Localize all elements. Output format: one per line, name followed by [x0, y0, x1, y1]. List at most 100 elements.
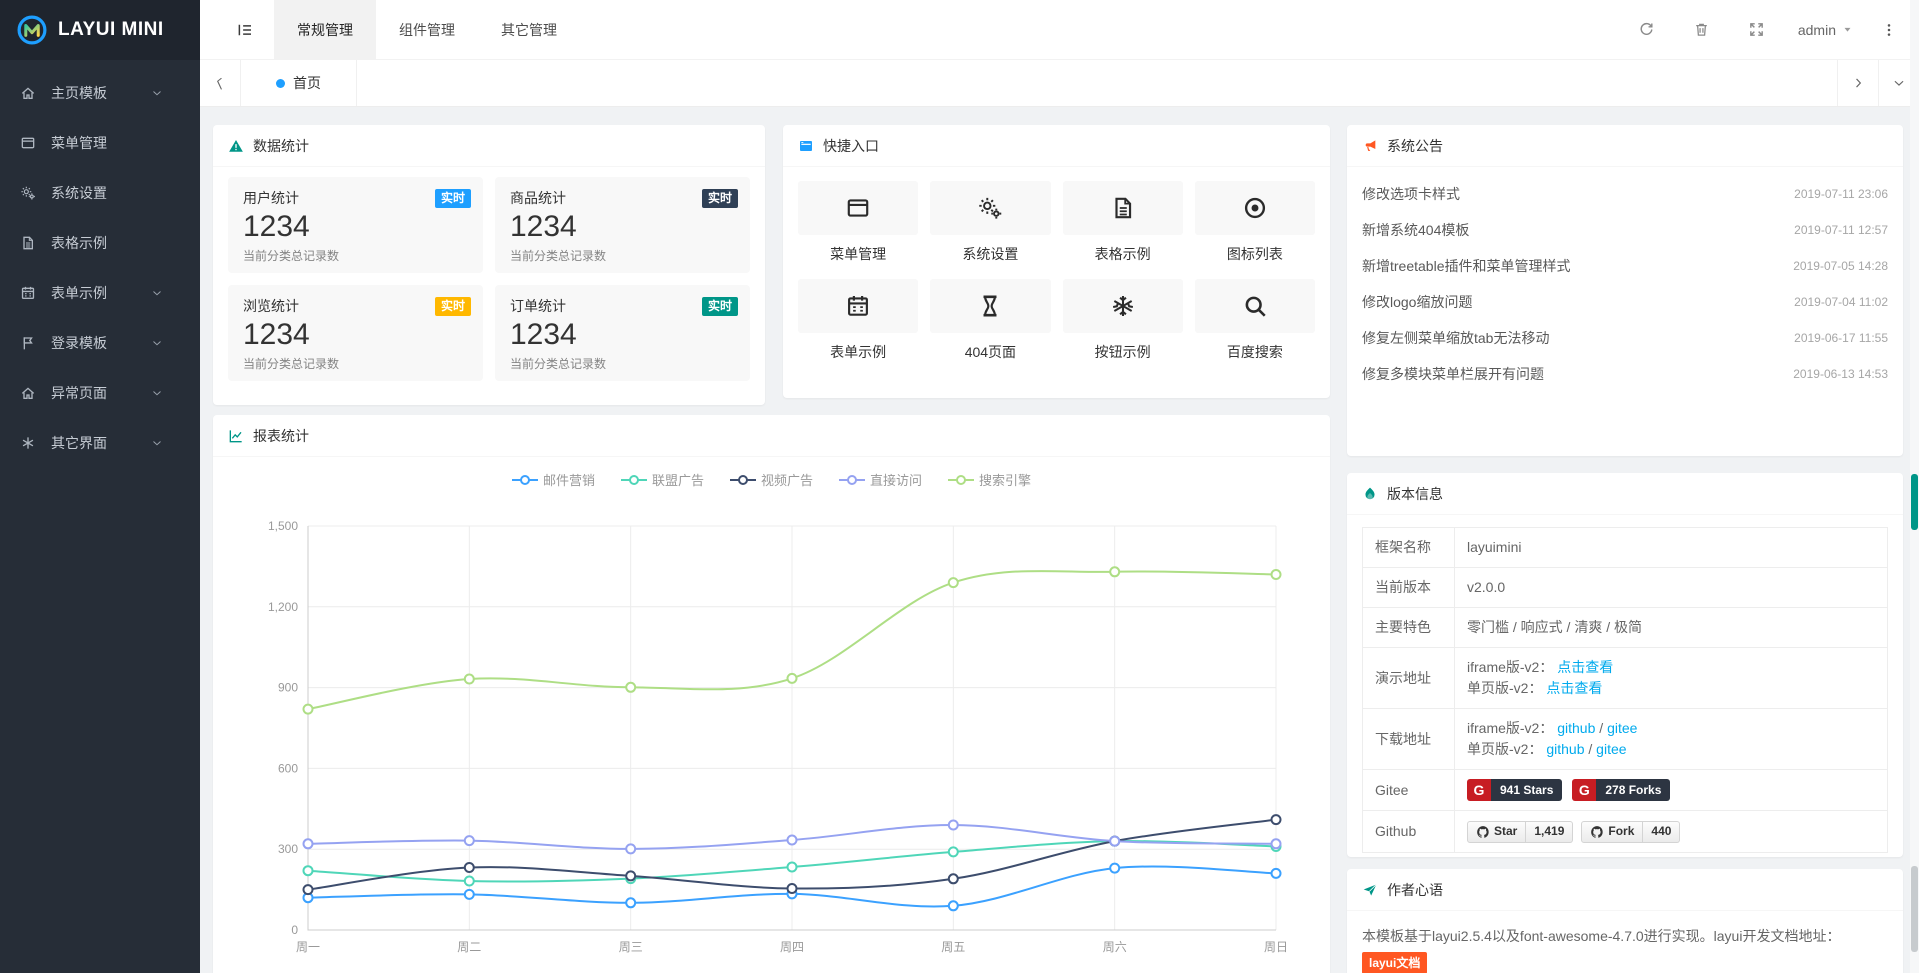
notice-row[interactable]: 修复多模块菜单栏展开有问题2019-06-13 14:53 — [1347, 356, 1903, 392]
sidebar-item-6[interactable]: 登录模板 — [0, 318, 200, 368]
scrollbar-thumb[interactable] — [1911, 474, 1918, 530]
version-row: 当前版本v2.0.0 — [1363, 568, 1888, 608]
window-icon — [20, 135, 44, 151]
version-row-label: 框架名称 — [1363, 528, 1455, 568]
svg-text:1,200: 1,200 — [268, 600, 298, 614]
gitee-badge[interactable]: G941 Stars — [1467, 779, 1562, 801]
legend-marker-icon — [512, 474, 538, 486]
quick-entry-tile[interactable] — [798, 279, 918, 333]
tab-scroll-right-button[interactable] — [1837, 60, 1878, 106]
quick-entry-3[interactable]: 表格示例 — [1063, 181, 1183, 264]
notice-row[interactable]: 修改选项卡样式2019-07-11 23:06 — [1347, 176, 1903, 212]
legend-item[interactable]: 搜索引擎 — [948, 470, 1031, 489]
panel-quick-entry: 快捷入口 菜单管理系统设置表格示例图标列表表单示例404页面按钮示例百度搜索 — [783, 125, 1330, 398]
menu-toggle-icon[interactable] — [216, 0, 274, 59]
panel-title: 作者心语 — [1387, 880, 1443, 900]
trash-icon[interactable] — [1674, 21, 1729, 38]
quick-entry-tile[interactable] — [930, 181, 1050, 235]
notice-row[interactable]: 修复左侧菜单缩放tab无法移动2019-06-17 11:55 — [1347, 320, 1903, 356]
legend-item[interactable]: 邮件营销 — [512, 470, 595, 489]
quick-entry-5[interactable]: 表单示例 — [798, 279, 918, 362]
legend-marker-icon — [839, 474, 865, 486]
stat-card-value: 1234 — [510, 210, 735, 245]
notice-row[interactable]: 新增treetable插件和菜单管理样式2019-07-05 14:28 — [1347, 248, 1903, 284]
quick-entry-1[interactable]: 菜单管理 — [798, 181, 918, 264]
gitee-badge-label: 941 Stars — [1491, 779, 1562, 801]
tab-home-label: 首页 — [293, 73, 321, 93]
panel-version-info-header: 版本信息 — [1347, 473, 1903, 515]
sidebar-item-label: 表格示例 — [51, 233, 107, 253]
version-table: 框架名称layuimini当前版本v2.0.0主要特色零门槛 / 响应式 / 清… — [1362, 527, 1888, 853]
version-row-value: v2.0.0 — [1455, 568, 1888, 608]
tab-scroll-left-button[interactable] — [200, 60, 241, 106]
realtime-badge: 实时 — [702, 297, 738, 316]
quick-entry-8[interactable]: 百度搜索 — [1195, 279, 1315, 362]
quick-entry-tile[interactable] — [930, 279, 1050, 333]
scrollbar-thumb-secondary[interactable] — [1911, 866, 1918, 952]
tab-home[interactable]: 首页 — [241, 60, 357, 106]
legend-marker-icon — [948, 474, 974, 486]
quick-entry-tile[interactable] — [798, 181, 918, 235]
topnav-tab-2[interactable]: 组件管理 — [376, 0, 478, 59]
version-link[interactable]: github — [1546, 741, 1584, 757]
sidebar-item-1[interactable]: 主页模板 — [0, 68, 200, 118]
snowflake-icon — [1110, 293, 1136, 319]
quick-entry-tile[interactable] — [1195, 279, 1315, 333]
notice-row[interactable]: 新增系统404模板2019-07-11 12:57 — [1347, 212, 1903, 248]
version-link[interactable]: gitee — [1596, 741, 1626, 757]
gitee-badge[interactable]: G278 Forks — [1572, 779, 1670, 801]
tab-bar-spacer — [357, 60, 1837, 106]
svg-text:900: 900 — [278, 681, 298, 695]
topnav-tab-1[interactable]: 常规管理 — [274, 0, 376, 59]
legend-item[interactable]: 直接访问 — [839, 470, 922, 489]
sidebar-item-3[interactable]: 系统设置 — [0, 168, 200, 218]
legend-label: 联盟广告 — [652, 470, 704, 489]
fullscreen-icon[interactable] — [1729, 21, 1784, 38]
notice-text: 修改logo缩放问题 — [1362, 292, 1472, 312]
stats-cards: 用户统计1234当前分类总记录数实时商品统计1234当前分类总记录数实时浏览统计… — [213, 167, 765, 381]
version-row: GithubStar1,419Fork440 — [1363, 811, 1888, 852]
panel-author-words-header: 作者心语 — [1347, 869, 1903, 911]
legend-item[interactable]: 联盟广告 — [621, 470, 704, 489]
github-star-button[interactable]: Star — [1467, 821, 1526, 843]
github-count[interactable]: 440 — [1643, 821, 1680, 843]
notice-date: 2019-07-04 11:02 — [1794, 295, 1888, 309]
ellipsis-v-icon[interactable] — [1867, 22, 1903, 38]
version-link[interactable]: 点击查看 — [1546, 680, 1602, 696]
layui-doc-badge[interactable]: layui文档 — [1362, 952, 1427, 973]
notice-text: 修复多模块菜单栏展开有问题 — [1362, 364, 1544, 384]
quick-entry-7[interactable]: 按钮示例 — [1063, 279, 1183, 362]
realtime-badge: 实时 — [702, 189, 738, 208]
legend-item[interactable]: 视频广告 — [730, 470, 813, 489]
github-count[interactable]: 1,419 — [1526, 821, 1573, 843]
quick-entry-4[interactable]: 图标列表 — [1195, 181, 1315, 264]
quick-entry-2[interactable]: 系统设置 — [930, 181, 1050, 264]
stat-card-1: 用户统计1234当前分类总记录数实时 — [228, 177, 483, 273]
quick-entry-tile[interactable] — [1063, 279, 1183, 333]
topnav-tab-3[interactable]: 其它管理 — [478, 0, 580, 59]
tab-bar: 首页 — [200, 60, 1919, 107]
legend-marker-icon — [621, 474, 647, 486]
sidebar-item-7[interactable]: 异常页面 — [0, 368, 200, 418]
sidebar-item-8[interactable]: 其它界面 — [0, 418, 200, 468]
home-icon — [20, 385, 44, 401]
quick-entry-6[interactable]: 404页面 — [930, 279, 1050, 362]
sidebar-item-5[interactable]: 表单示例 — [0, 268, 200, 318]
quick-entry-tile[interactable] — [1195, 181, 1315, 235]
version-link[interactable]: gitee — [1607, 720, 1637, 736]
user-dropdown[interactable]: admin — [1784, 22, 1867, 38]
sidebar-item-4[interactable]: 表格示例 — [0, 218, 200, 268]
version-link[interactable]: 点击查看 — [1557, 659, 1613, 675]
version-link[interactable]: github — [1557, 720, 1595, 736]
sidebar-item-label: 登录模板 — [51, 333, 107, 353]
realtime-badge: 实时 — [435, 297, 471, 316]
github-fork-button[interactable]: Fork — [1581, 821, 1643, 843]
version-row-value: Star1,419 Fork440 — [1455, 811, 1888, 852]
sidebar-item-2[interactable]: 菜单管理 — [0, 118, 200, 168]
gitee-badge-label: 278 Forks — [1596, 779, 1670, 801]
notice-row[interactable]: 修改logo缩放问题 2019-07-04 11:02 — [1347, 284, 1903, 320]
quick-entry-tile[interactable] — [1063, 181, 1183, 235]
version-row-value: 零门槛 / 响应式 / 清爽 / 极简 — [1455, 608, 1888, 648]
username-label: admin — [1798, 22, 1836, 38]
refresh-icon[interactable] — [1619, 21, 1674, 38]
